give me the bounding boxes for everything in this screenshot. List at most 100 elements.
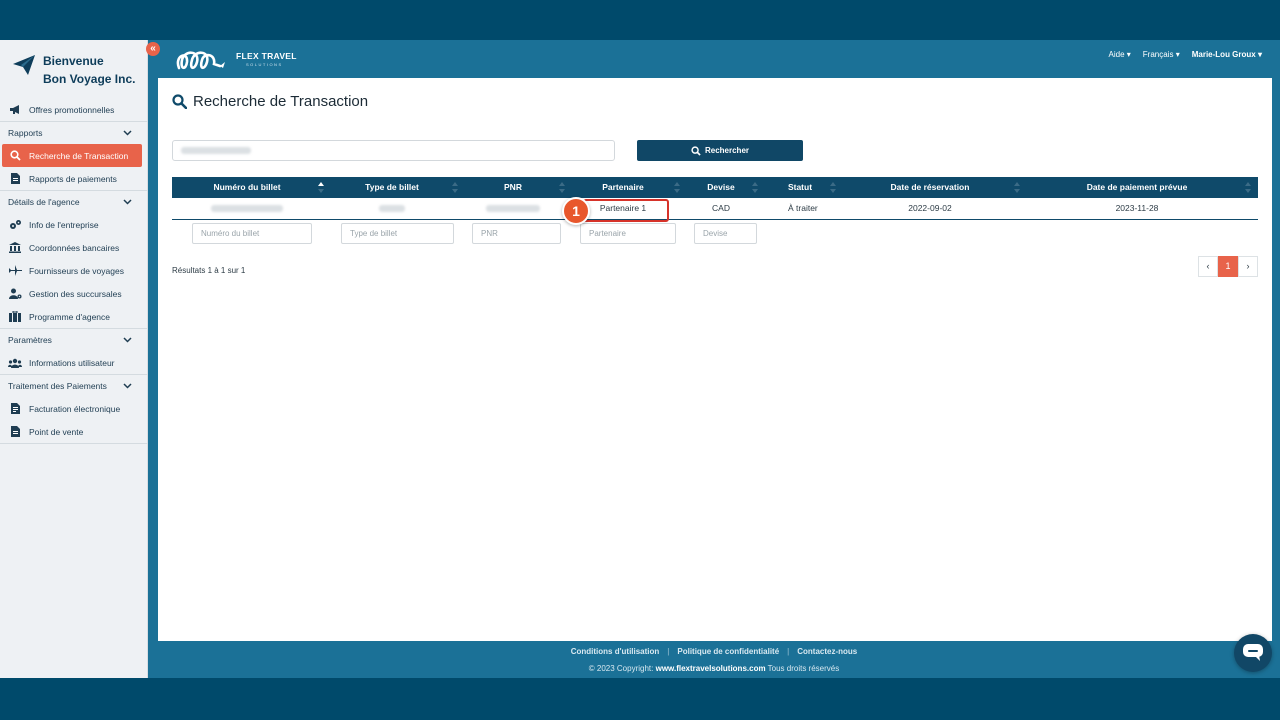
app-window: Bienvenue Bon Voyage Inc. Offres promoti…: [0, 40, 1280, 678]
sidebar-item-label: Gestion des succursales: [29, 288, 122, 299]
sidebar-item-promo[interactable]: Offres promotionnelles: [0, 98, 148, 121]
page-title-text: Recherche de Transaction: [193, 93, 369, 110]
table-row[interactable]: Partenaire 1 CAD À traiter 2022-09-02 20…: [172, 198, 1258, 220]
section-label: Détails de l'agence: [8, 197, 80, 207]
sidebar-item-pointvente[interactable]: Point de vente: [0, 420, 148, 443]
terms-link[interactable]: Conditions d'utilisation: [571, 647, 660, 656]
redacted-ticket: [211, 205, 283, 213]
sidebar-section-parametres[interactable]: Paramètres: [0, 328, 148, 351]
contact-link[interactable]: Contactez-nous: [797, 647, 857, 656]
footer-links: Conditions d'utilisation | Politique de co…: [570, 647, 858, 656]
paper-plane-icon: [13, 55, 35, 75]
gears-icon: [8, 219, 22, 231]
cell-type: [322, 198, 462, 219]
cell-booking-date: 2022-09-02: [908, 203, 952, 213]
document-icon: [8, 426, 22, 438]
users-icon: [8, 357, 22, 369]
megaphone-icon: [8, 104, 22, 116]
partner-highlight-box: [583, 199, 669, 222]
sidebar-item-fournisseurs[interactable]: Fournisseurs de voyages: [0, 259, 148, 282]
col-ticket[interactable]: Numéro du billet: [172, 177, 322, 198]
sidebar-item-label: Recherche de Transaction: [29, 150, 129, 161]
search-button-label: Rechercher: [704, 146, 750, 155]
sort-icon[interactable]: [452, 182, 458, 193]
sidebar-nav: Offres promotionnelles Rapports Recherch…: [0, 98, 148, 444]
results-count: Résultats 1 à 1 sur 1: [172, 266, 246, 275]
col-payment-date[interactable]: Date de paiement prévue: [1020, 177, 1254, 198]
sidebar-item-label: Facturation électronique: [29, 403, 121, 414]
col-pnr[interactable]: PNR: [462, 177, 564, 198]
sidebar-item-bancaires[interactable]: Coordonnées bancaires: [0, 236, 148, 259]
sidebar-item-label: Fournisseurs de voyages: [29, 265, 124, 276]
sidebar-section-traitement[interactable]: Traitement des Paiements: [0, 374, 148, 397]
filter-ticket-input[interactable]: Numéro du billet: [192, 223, 312, 244]
search-input[interactable]: [172, 140, 615, 161]
sidebar-item-label: Coordonnées bancaires: [29, 242, 120, 253]
sidebar-item-label: Point de vente: [29, 426, 84, 437]
redacted-type: [379, 205, 405, 213]
cell-currency: CAD: [712, 203, 730, 213]
sidebar-item-succursales[interactable]: Gestion des succursales: [0, 282, 148, 305]
language-menu[interactable]: Français ▾: [1143, 50, 1180, 59]
search-button[interactable]: Rechercher: [637, 140, 803, 161]
filter-type-input[interactable]: Type de billet: [341, 223, 454, 244]
col-partner[interactable]: Partenaire: [564, 177, 682, 198]
sidebar-item-info[interactable]: Info de l'entreprise: [0, 213, 148, 236]
sort-icon[interactable]: [752, 182, 758, 193]
sidebar-item-facturation[interactable]: Facturation électronique: [0, 397, 148, 420]
chat-bubble-icon: [1243, 644, 1263, 661]
document-icon: [8, 173, 22, 185]
sidebar-item-paiements[interactable]: Rapports de paiements: [0, 167, 148, 190]
chat-button[interactable]: [1234, 634, 1272, 672]
col-type[interactable]: Type de billet: [322, 177, 462, 198]
pagination-prev[interactable]: ‹: [1198, 256, 1218, 277]
footer-copyright: © 2023 Copyright: www.flextravelsolution…: [148, 664, 1280, 673]
chevron-down-icon: [123, 337, 132, 343]
sidebar-section-details[interactable]: Détails de l'agence: [0, 190, 148, 213]
search-icon: [8, 150, 22, 162]
sidebar-item-programme[interactable]: Programme d'agence: [0, 305, 148, 328]
col-booking-date[interactable]: Date de réservation: [840, 177, 1020, 198]
page-title: Recherche de Transaction: [172, 93, 368, 110]
cell-pnr: [462, 198, 564, 219]
sidebar-item-label: Rapports de paiements: [29, 173, 117, 184]
user-menu[interactable]: Marie-Lou Groux ▾: [1192, 50, 1262, 59]
filter-pnr-input[interactable]: PNR: [472, 223, 561, 244]
sidebar-section-rapports[interactable]: Rapports: [0, 121, 148, 144]
section-label: Rapports: [8, 128, 43, 138]
sidebar-item-recherche[interactable]: Recherche de Transaction: [2, 144, 142, 167]
filter-currency-input[interactable]: Devise: [694, 223, 757, 244]
user-cog-icon: [8, 288, 22, 300]
cell-payment-date: 2023-11-28: [1115, 203, 1159, 213]
flex-travel-logo[interactable]: FLEX TRAVEL SOLUTIONS: [176, 46, 306, 74]
company-name: Bon Voyage Inc.: [43, 72, 136, 86]
help-menu[interactable]: Aide ▾: [1109, 50, 1131, 59]
sidebar-item-utilisateur[interactable]: Informations utilisateur: [0, 351, 148, 374]
site-link[interactable]: www.flextravelsolutions.com: [656, 664, 766, 673]
sidebar: Bienvenue Bon Voyage Inc. Offres promoti…: [0, 40, 148, 678]
chevron-down-icon: [123, 199, 132, 205]
filter-partner-input[interactable]: Partenaire: [580, 223, 676, 244]
sidebar-divider: [0, 443, 148, 444]
sidebar-item-label: Offres promotionnelles: [29, 104, 115, 115]
sort-icon[interactable]: [1245, 182, 1251, 193]
privacy-link[interactable]: Politique de confidentialité: [677, 647, 779, 656]
footer: Conditions d'utilisation | Politique de co…: [148, 641, 1280, 678]
cell-status: À traiter: [788, 203, 818, 213]
table-header: Numéro du billet Type de billet PNR Part…: [172, 177, 1258, 198]
collapse-sidebar-icon[interactable]: «: [146, 42, 160, 56]
sort-icon[interactable]: [674, 182, 680, 193]
briefcase-icon: [8, 311, 22, 323]
top-header: FLEX TRAVEL SOLUTIONS Aide ▾ Français ▾ …: [148, 40, 1280, 78]
sort-icon[interactable]: [830, 182, 836, 193]
col-currency[interactable]: Devise: [682, 177, 760, 198]
invoice-icon: [8, 403, 22, 415]
redacted-search-value: [181, 147, 251, 154]
col-status[interactable]: Statut: [760, 177, 840, 198]
pagination-next[interactable]: ›: [1238, 256, 1258, 277]
logo-loops-icon: [176, 51, 225, 70]
pagination-page-1[interactable]: 1: [1218, 256, 1238, 277]
chevron-down-icon: [123, 130, 132, 136]
redacted-pnr: [486, 205, 540, 213]
step-badge: 1: [562, 197, 590, 225]
